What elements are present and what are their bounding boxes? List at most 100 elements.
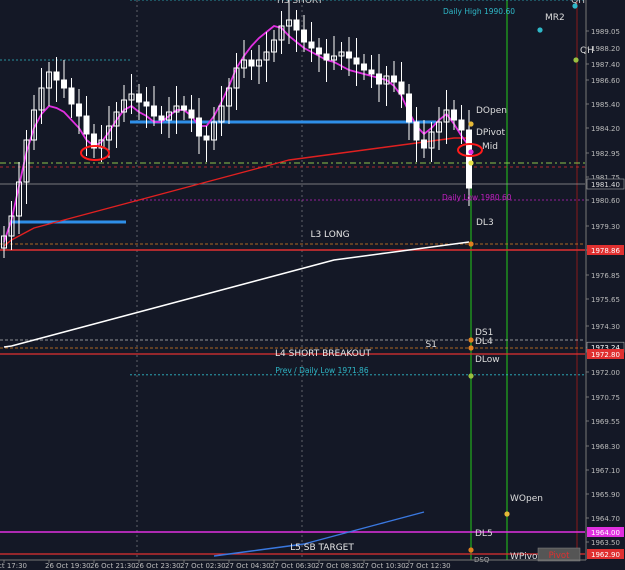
x-tick-label: 27 Oct 04:30 bbox=[225, 562, 271, 570]
candle-bear bbox=[301, 29, 307, 43]
daily-high-label: Daily High 1990.60 bbox=[443, 7, 515, 16]
x-tick-label: 27 Oct 02:30 bbox=[180, 562, 226, 570]
candle-bear bbox=[398, 81, 405, 95]
dpivot-marker bbox=[468, 149, 474, 155]
candle-bear bbox=[188, 109, 195, 119]
candle-bear bbox=[143, 101, 150, 107]
price-axis: 1989.05 1988.20 1987.40 1986.60 1985.40 1984.… bbox=[585, 0, 625, 560]
candle-bear bbox=[158, 115, 165, 121]
y-tick-label: 1989.05 bbox=[591, 28, 620, 36]
candle-bear bbox=[406, 93, 412, 123]
mr2-label: MR2 bbox=[545, 13, 565, 23]
candle-bear bbox=[353, 57, 360, 65]
candle-bear bbox=[368, 69, 375, 75]
annotations-layer: H3 SHORTDaily High 1990.60MR2QHQHDOpenDP… bbox=[80, 0, 594, 564]
top-h3-label: H3 SHORT bbox=[277, 0, 324, 6]
mid-label: Mid bbox=[482, 142, 498, 152]
mr2-marker bbox=[537, 27, 543, 33]
candle-bear bbox=[83, 115, 90, 135]
y-tick-label: 1970.75 bbox=[591, 394, 620, 402]
y-tick-label: 1976.85 bbox=[591, 272, 620, 280]
candle-bear bbox=[361, 63, 367, 71]
levels-layer bbox=[0, 0, 585, 555]
y-tick-label: 1988.20 bbox=[591, 45, 620, 53]
candle-bear bbox=[53, 71, 60, 81]
dl3-label: DL3 bbox=[476, 218, 494, 228]
candle-bear bbox=[316, 47, 322, 55]
price-badge-label: 1981.40 bbox=[591, 181, 620, 189]
dl3-marker bbox=[468, 241, 474, 247]
x-tick-label: 27 Oct 06:30 bbox=[270, 562, 316, 570]
candle-bear bbox=[376, 73, 382, 85]
y-tick-label: 1987.40 bbox=[591, 61, 620, 69]
x-tick-label: 26 Oct 21:30 bbox=[90, 562, 136, 570]
candle-bear bbox=[308, 41, 315, 49]
price-badge-label: 1962.90 bbox=[591, 551, 620, 559]
y-tick-label: 1975.65 bbox=[591, 296, 620, 304]
wopen-marker bbox=[504, 511, 510, 517]
candle-bear bbox=[391, 75, 397, 83]
dpivot-label: DPivot bbox=[476, 128, 505, 138]
candle-bear bbox=[203, 135, 210, 141]
candle-bear bbox=[346, 51, 352, 59]
dopen-label: DOpen bbox=[476, 106, 507, 116]
chart-root: H3 SHORT Daily High 1990.60 MR2 QH QH DOpen DP… bbox=[0, 0, 625, 570]
y-tick-label: 1985.40 bbox=[591, 101, 620, 109]
y-tick-label: 1980.60 bbox=[591, 197, 620, 205]
l3-long-label: L3 LONG bbox=[310, 230, 349, 240]
s1-label: S1 bbox=[426, 340, 437, 350]
x-tick-label: 27 Oct 10:30 bbox=[360, 562, 406, 570]
prev-daily-low-label: Prev / Daily Low 1971.86 bbox=[275, 366, 368, 375]
price-chart[interactable]: H3 SHORTDaily High 1990.60MR2QHQHDOpenDP… bbox=[0, 0, 625, 570]
candle-bear bbox=[68, 87, 75, 105]
l4-short-label: L4 SHORT BREAKOUT bbox=[275, 349, 371, 359]
qh-top-marker bbox=[572, 3, 578, 9]
dlow-label: DLow bbox=[475, 355, 500, 365]
qh-marker bbox=[573, 57, 579, 63]
dl4-marker bbox=[468, 345, 474, 351]
grid-layer bbox=[0, 0, 578, 560]
y-tick-label: 1967.10 bbox=[591, 467, 620, 475]
dl4-label: DL4 bbox=[475, 337, 493, 347]
candle-bear bbox=[136, 93, 142, 103]
y-tick-label: 1984.20 bbox=[591, 125, 620, 133]
y-tick-label: 1963.50 bbox=[591, 539, 620, 547]
candle-bear bbox=[323, 53, 330, 61]
candle-bear bbox=[293, 19, 300, 31]
candle-bear bbox=[151, 105, 157, 117]
slow-ma-series bbox=[3, 137, 469, 247]
y-tick-label: 1982.95 bbox=[591, 150, 620, 158]
y-tick-label: 1974.30 bbox=[591, 323, 620, 331]
y-tick-label: 1986.60 bbox=[591, 77, 620, 85]
y-tick-label: 1965.90 bbox=[591, 491, 620, 499]
time-axis: ct 17:30 26 Oct 19:30 26 Oct 21:30 26 Oct 2… bbox=[0, 559, 586, 570]
y-tick-label: 1968.30 bbox=[591, 443, 620, 451]
x-tick-label: 26 Oct 23:30 bbox=[135, 562, 181, 570]
ds1-marker bbox=[468, 337, 474, 343]
l5-sb-label: L5 SB TARGET bbox=[290, 543, 354, 553]
candle-bear bbox=[458, 119, 465, 131]
price-badge-label: 1978.86 bbox=[591, 247, 620, 255]
dopen-marker bbox=[468, 121, 474, 127]
mid-marker bbox=[468, 160, 474, 166]
candle-bear bbox=[421, 139, 427, 149]
y-tick-label: 1979.30 bbox=[591, 223, 620, 231]
x-tick-label: 26 Oct 19:30 bbox=[45, 562, 91, 570]
x-tick-label: 27 Oct 12:30 bbox=[405, 562, 451, 570]
candles-layer bbox=[1, 0, 472, 258]
daily-low-label: Daily Low 1980.60 bbox=[442, 193, 512, 202]
y-tick-label: 1964.70 bbox=[591, 515, 620, 523]
wopen-label: WOpen bbox=[510, 494, 543, 504]
dlow-marker bbox=[468, 373, 474, 379]
candle-bear bbox=[413, 121, 420, 141]
x-tick-label: 27 Oct 08:30 bbox=[315, 562, 361, 570]
dl5-marker bbox=[468, 547, 474, 553]
candle-bear bbox=[61, 79, 67, 89]
candle-bear bbox=[181, 105, 187, 111]
candle-bear bbox=[451, 109, 457, 121]
candle-bear bbox=[248, 59, 255, 67]
y-tick-label: 1969.55 bbox=[591, 418, 620, 426]
candle-bear bbox=[466, 129, 472, 189]
white-curve-series bbox=[3, 241, 470, 348]
price-badge-label: 1972.80 bbox=[591, 351, 620, 359]
